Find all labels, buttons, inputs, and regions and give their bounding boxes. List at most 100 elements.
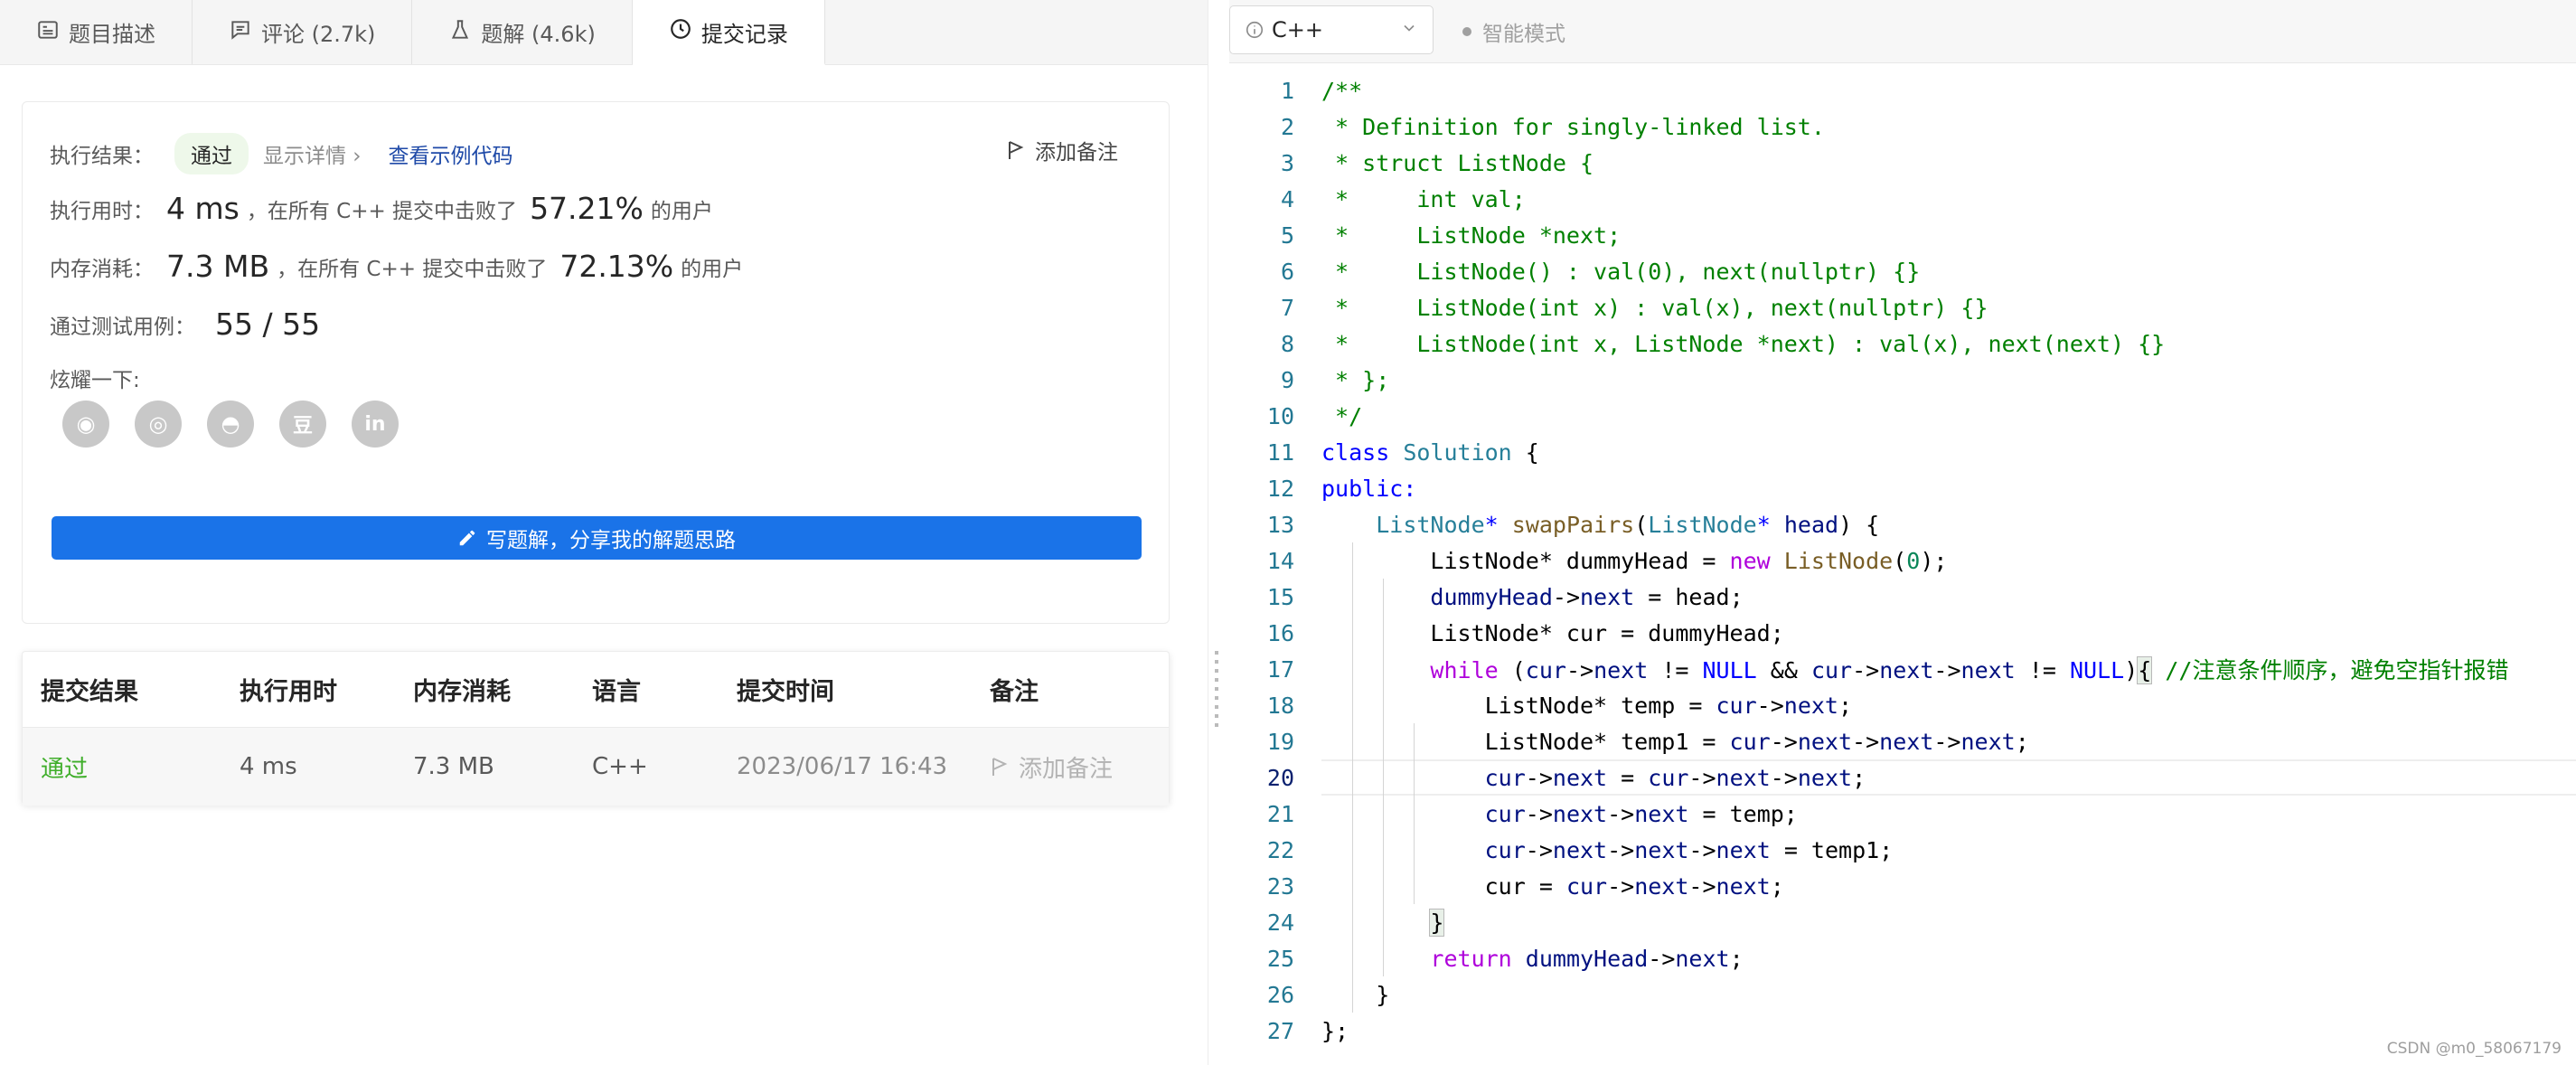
code-line[interactable]: 27};: [1229, 1013, 2576, 1049]
code-token: ListNode: [1376, 511, 1485, 538]
runtime-row: 执行用时： 4 ms ，在所有 C++ 提交中击败了 57.21% 的用户: [50, 191, 713, 226]
tab-submissions[interactable]: 提交记录: [632, 0, 825, 65]
write-solution-button[interactable]: 写题解，分享我的解题思路: [52, 516, 1142, 560]
code-token: cur: [1565, 872, 1608, 900]
code-line[interactable]: 26 }: [1229, 976, 2576, 1013]
tab-comments[interactable]: 评论 (2.7k): [193, 0, 413, 64]
code-text: public:: [1321, 476, 1416, 502]
code-line[interactable]: 25 return dummyHead->next;: [1229, 940, 2576, 976]
code-token: ->: [1852, 657, 1880, 683]
code-token: {: [2137, 656, 2153, 684]
wechat-icon[interactable]: ◉: [62, 401, 109, 448]
row-add-note-button[interactable]: 添加备注: [990, 750, 1113, 784]
douban-icon[interactable]: 豆: [279, 401, 326, 448]
code-line[interactable]: 17 while (cur->next != NULL && cur->next…: [1229, 651, 2576, 687]
code-line[interactable]: 23 cur = cur->next->next;: [1229, 868, 2576, 904]
code-token: next: [1797, 728, 1853, 755]
code-token: * struct ListNode {: [1321, 149, 1594, 176]
tab-label: 提交记录: [700, 21, 788, 47]
code-line[interactable]: 15 dummyHead->next = head;: [1229, 579, 2576, 615]
code-line[interactable]: 22 cur->next->next->next = temp1;: [1229, 832, 2576, 868]
code-text: ListNode* dummyHead = new ListNode(0);: [1321, 548, 1947, 574]
code-line[interactable]: 16 ListNode* cur = dummyHead;: [1229, 615, 2576, 651]
description-icon: [36, 18, 60, 47]
code-line[interactable]: 11 class Solution {: [1229, 434, 2576, 470]
row-result[interactable]: 通过: [41, 750, 88, 784]
code-line[interactable]: 24 }: [1229, 904, 2576, 940]
left-pane: 题目描述 评论 (2.7k) 题解 (4.6k) 提交记录 执行结果： 通过 显…: [0, 0, 1208, 1065]
line-number: 15: [1266, 583, 1294, 610]
line-number: 27: [1266, 1017, 1294, 1044]
write-solution-label: 写题解，分享我的解题思路: [486, 529, 736, 552]
code-token: (: [1893, 547, 1907, 574]
header-note: 备注: [990, 678, 1039, 706]
code-token: head: [1783, 511, 1839, 538]
qq-icon[interactable]: ◓: [207, 401, 254, 448]
line-number: 4: [1280, 185, 1294, 212]
code-token: next: [1960, 657, 2016, 683]
code-token: * };: [1321, 366, 1390, 393]
code-line[interactable]: 8 * ListNode(int x, ListNode *next) : va…: [1229, 325, 2576, 362]
show-details-link[interactable]: 显示详情 ›: [263, 138, 362, 169]
code-token: ;: [2015, 728, 2029, 755]
code-line[interactable]: 5 * ListNode *next;: [1229, 217, 2576, 253]
code-token: new: [1729, 547, 1771, 574]
weibo-icon[interactable]: ◎: [135, 401, 182, 448]
code-line[interactable]: 1 /**: [1229, 72, 2576, 108]
row-time: 2023/06/17 16:43: [737, 753, 948, 780]
code-token: !=: [1648, 657, 1703, 683]
tab-solutions[interactable]: 题解 (4.6k): [412, 0, 633, 64]
code-line[interactable]: 13 ListNode* swapPairs(ListNode* head) {: [1229, 506, 2576, 542]
code-line[interactable]: 3 * struct ListNode {: [1229, 145, 2576, 181]
code-text: }: [1321, 982, 1389, 1008]
share-icons: ◉ ◎ ◓ 豆 in: [62, 401, 399, 448]
tab-description[interactable]: 题目描述: [0, 0, 193, 64]
code-token: ->: [1688, 872, 1716, 900]
runtime-value: 4 ms: [166, 191, 240, 226]
sample-code-link[interactable]: 查看示例代码: [389, 138, 513, 169]
code-line[interactable]: 21 cur->next->next = temp;: [1229, 796, 2576, 832]
code-line[interactable]: 2 * Definition for singly-linked list.: [1229, 108, 2576, 145]
code-editor[interactable]: 1 /** 2 * Definition for singly-linked lis…: [1229, 63, 2576, 1065]
language-select[interactable]: C++: [1229, 5, 1434, 54]
code-line[interactable]: 6 * ListNode() : val(0), next(nullptr) {…: [1229, 253, 2576, 289]
code-line[interactable]: 14 ListNode* dummyHead = new ListNode(0)…: [1229, 542, 2576, 579]
code-line[interactable]: 19 ListNode* temp1 = cur->next->next->ne…: [1229, 723, 2576, 759]
watermark: CSDN @m0_58067179: [2386, 1040, 2562, 1058]
code-token: ListNode* dummyHead =: [1321, 547, 1730, 574]
code-line[interactable]: 10 */: [1229, 398, 2576, 434]
code-token: next: [1675, 945, 1730, 972]
linkedin-icon[interactable]: in: [352, 401, 399, 448]
status-dot-icon: [1462, 27, 1471, 36]
code-token: }: [1429, 908, 1445, 937]
code-token: ->: [1565, 657, 1594, 683]
code-line[interactable]: 18 ListNode* temp = cur->next;: [1229, 687, 2576, 723]
memory-row: 内存消耗： 7.3 MB ，在所有 C++ 提交中击败了 72.13% 的用户: [50, 249, 743, 284]
code-token: ListNode: [1648, 511, 1757, 538]
code-line[interactable]: 4 * int val;: [1229, 181, 2576, 217]
code-token: ->: [1933, 728, 1961, 755]
code-token: NULL: [1702, 657, 1757, 683]
header-runtime: 执行用时: [240, 678, 337, 706]
code-line[interactable]: 7 * ListNode(int x) : val(x), next(nullp…: [1229, 289, 2576, 325]
code-line[interactable]: 20 cur->next = cur->next->next;: [1229, 759, 2576, 796]
smart-mode-toggle[interactable]: 智能模式: [1462, 16, 1565, 47]
code-token: };: [1321, 1017, 1349, 1044]
code-token: cur: [1716, 692, 1757, 719]
runtime-percent: 57.21%: [530, 191, 644, 226]
resize-handle[interactable]: [1215, 651, 1218, 727]
code-token: next: [1552, 836, 1608, 863]
code-text: ListNode* temp = cur->next;: [1321, 693, 1852, 719]
memory-users: 的用户: [681, 257, 744, 281]
pane-divider[interactable]: [1208, 0, 1229, 1065]
code-line[interactable]: 12 public:: [1229, 470, 2576, 506]
leetcode-submission-page: 题目描述 评论 (2.7k) 题解 (4.6k) 提交记录 执行结果： 通过 显…: [0, 0, 2576, 1065]
code-token: cur: [1525, 657, 1566, 683]
table-row[interactable]: 通过 4 ms 7.3 MB C++ 2023/06/17 16:43 添加备注: [23, 728, 1169, 806]
add-note-button[interactable]: 添加备注: [1006, 135, 1118, 165]
code-line[interactable]: 9 * };: [1229, 362, 2576, 398]
